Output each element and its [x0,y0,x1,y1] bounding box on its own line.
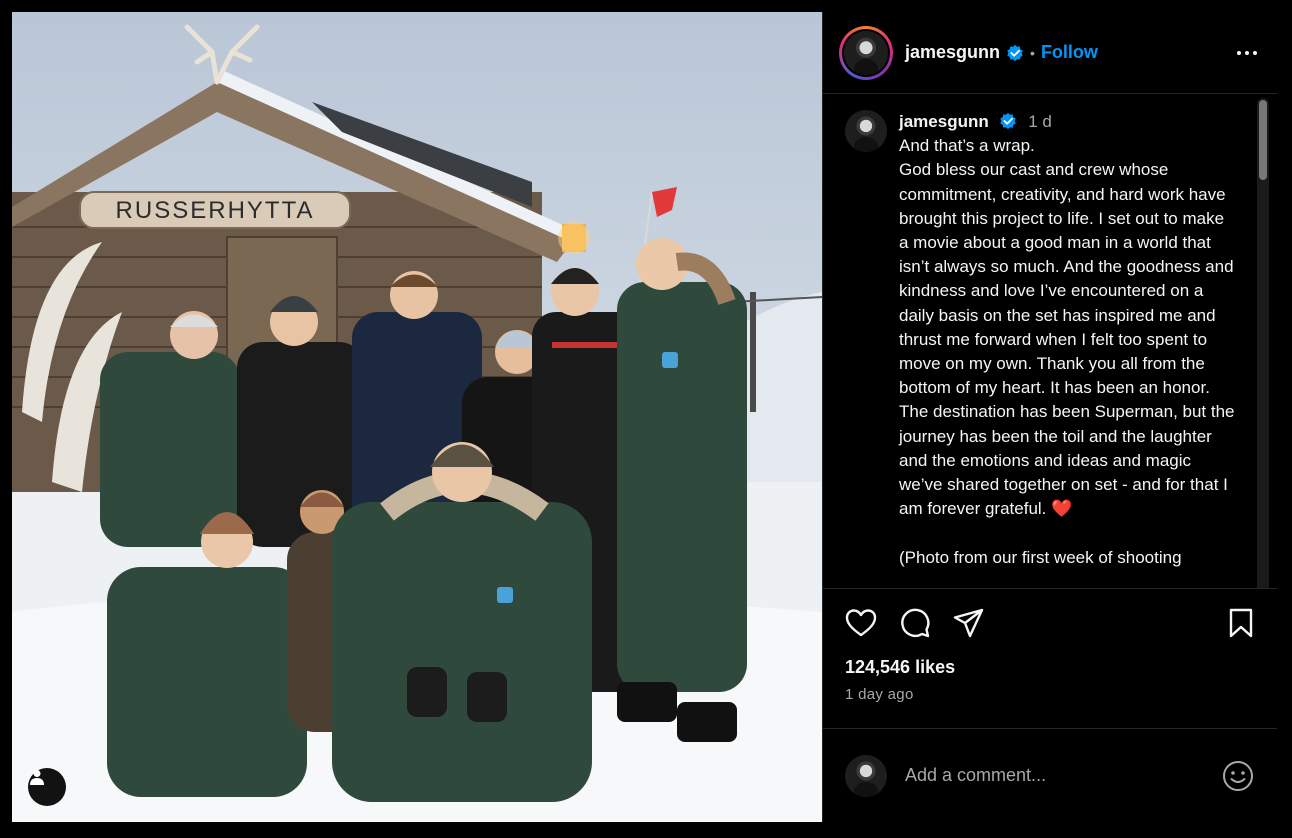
heart-icon [845,609,877,637]
viewer-avatar [845,754,887,797]
person-icon [30,770,44,785]
save-button[interactable] [1215,603,1255,643]
photo-illustration: RUSSERHYTTA [12,24,822,822]
header-username[interactable]: jamesgunn [905,42,1000,63]
bookmark-icon [1229,608,1253,638]
caption-username[interactable]: jamesgunn [899,112,989,131]
post-sidebar: jamesgunn • Follow jamesgunn 1 d And tha… [822,12,1277,822]
comment-input[interactable] [905,765,1221,786]
caption-body: jamesgunn 1 d And that’s a wrap. God ble… [899,110,1237,588]
comment-button[interactable] [899,603,939,643]
post-header: jamesgunn • Follow [823,12,1277,94]
share-button[interactable] [953,603,993,643]
share-icon [953,608,984,638]
caption-section: jamesgunn 1 d And that’s a wrap. God ble… [823,94,1277,588]
action-bar: 124,546 likes 1 day ago [823,588,1277,728]
story-ring[interactable] [839,25,893,80]
caption-text: And that’s a wrap. God bless our cast an… [899,136,1235,567]
avatar [844,30,888,75]
post-photo[interactable]: RUSSERHYTTA [12,12,822,822]
like-button[interactable] [845,603,885,643]
add-comment-bar [823,728,1277,822]
comment-icon [901,608,930,638]
separator-dot: • [1030,44,1035,61]
post-timestamp[interactable]: 1 day ago [845,686,1255,703]
caption-avatar[interactable] [845,110,887,152]
likes-count[interactable]: 124,546 likes [845,657,1255,678]
more-dot-icon [1237,50,1241,55]
more-options-button[interactable] [1233,39,1261,67]
verified-badge-icon [1007,44,1023,61]
emoji-icon[interactable] [1221,759,1255,793]
follow-button[interactable]: Follow [1041,42,1098,63]
user-tag-button[interactable] [28,768,66,806]
post-modal: RUSSERHYTTA jamesgunn • Follow jamesgunn… [12,12,1277,822]
verified-badge-icon [1000,112,1017,130]
caption-age: 1 d [1028,112,1052,131]
caption-scrollbar[interactable] [1257,98,1269,588]
cabin-sign: RUSSERHYTTA [116,197,315,224]
scrollbar-thumb[interactable] [1259,100,1267,180]
